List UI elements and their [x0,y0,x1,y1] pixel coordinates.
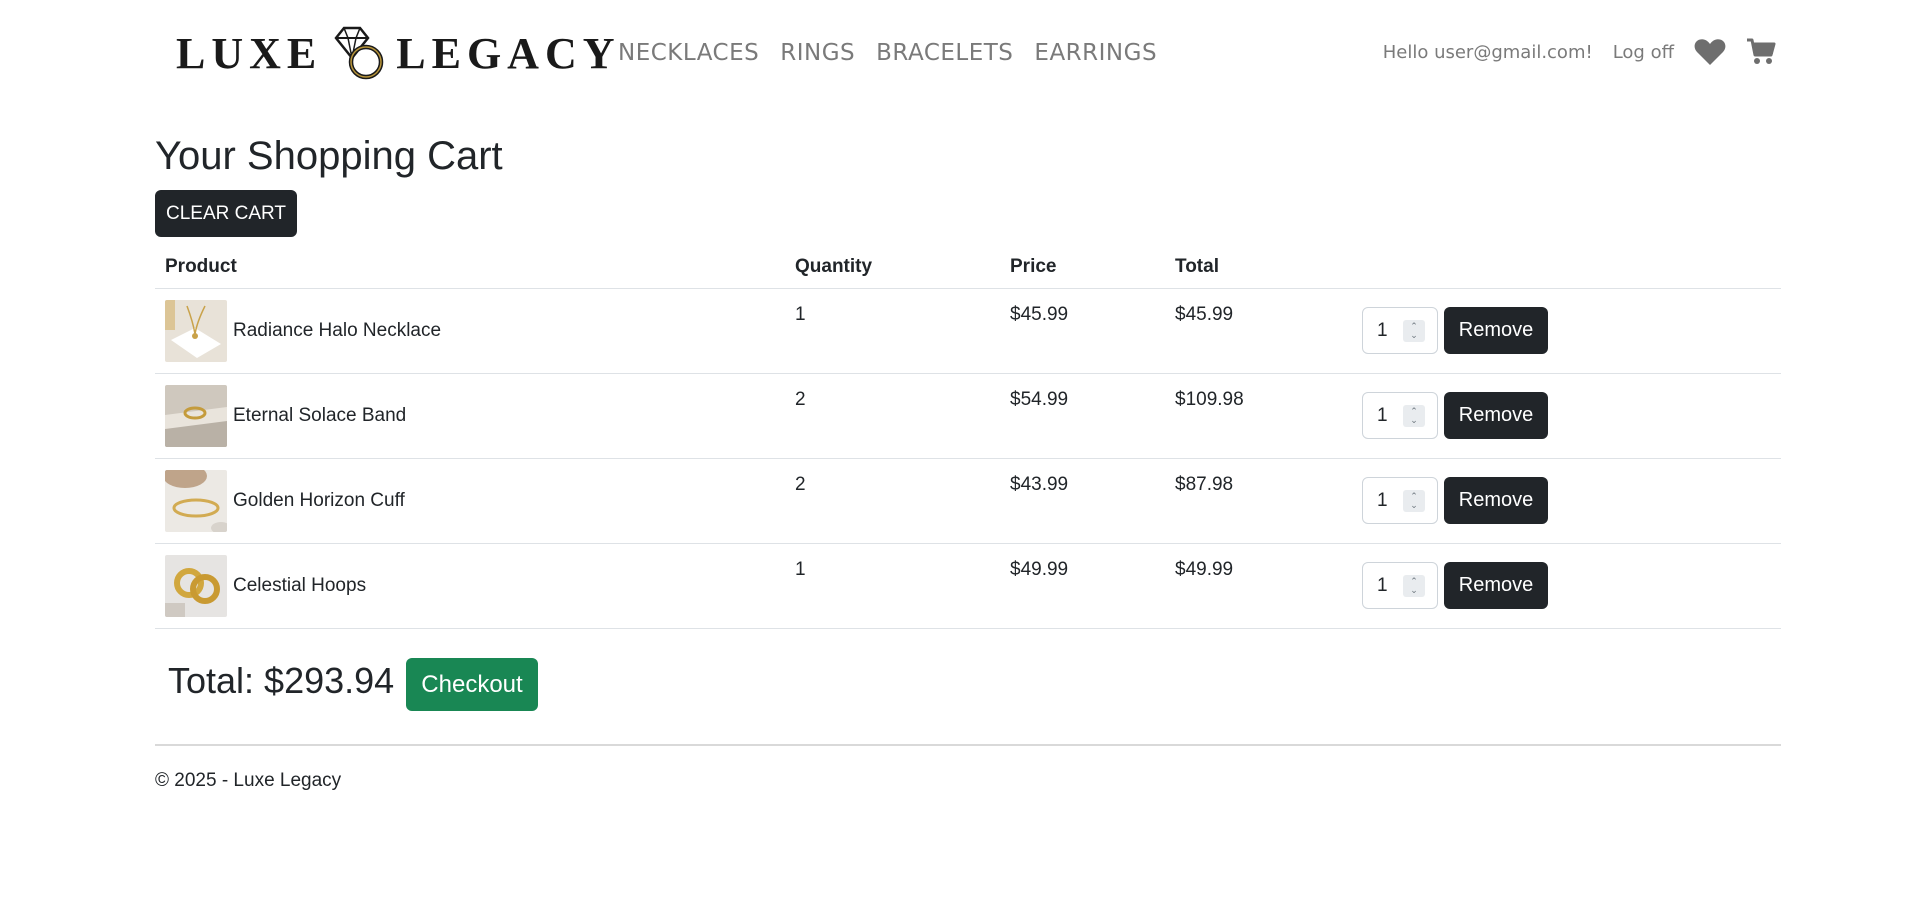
nav-necklaces[interactable]: NECKLACES [618,40,759,66]
quantity-spinner-icon[interactable]: ⌃ ⌄ [1403,405,1425,427]
quantity-input-value: 1 [1377,574,1388,596]
product-thumbnail-cuff[interactable] [165,469,227,532]
brand-word-legacy: LEGACY [396,28,621,78]
row-quantity: 1 [795,303,806,325]
product-thumbnail-hoops[interactable] [165,554,227,617]
brand-word-luxe: LUXE [176,28,323,78]
quantity-input[interactable]: 1 ⌃ ⌄ [1362,307,1438,354]
remove-button[interactable]: Remove [1444,307,1548,354]
table-row: Radiance Halo Necklace 1 $45.99 $45.99 1… [155,288,1781,374]
product-name[interactable]: Eternal Solace Band [233,405,406,427]
table-row: Golden Horizon Cuff 2 $43.99 $87.98 1 ⌃ ⌄… [155,458,1781,544]
quantity-spinner-icon[interactable]: ⌃ ⌄ [1403,575,1425,597]
table-row: Celestial Hoops 1 $49.99 $49.99 1 ⌃ ⌄ Rem… [155,543,1781,629]
header-actions [1352,246,1781,289]
cart-total: Total: $293.94 [168,660,395,701]
product-name[interactable]: Celestial Hoops [233,575,366,597]
checkout-button[interactable]: Checkout [406,658,538,711]
quantity-input[interactable]: 1 ⌃ ⌄ [1362,477,1438,524]
quantity-spinner-icon[interactable]: ⌃ ⌄ [1403,320,1425,342]
header-product: Product [155,246,785,289]
ring-logo-icon [334,26,384,80]
nav-bracelets[interactable]: BRACELETS [876,40,1013,66]
page-title: Your Shopping Cart [155,134,503,178]
product-name[interactable]: Golden Horizon Cuff [233,490,405,512]
cart-icon[interactable] [1746,38,1776,66]
main-nav: NECKLACES RINGS BRACELETS EARRINGS [618,40,1157,66]
row-total: $109.98 [1175,388,1244,410]
product-thumbnail-band[interactable] [165,384,227,447]
user-greeting[interactable]: Hello user@gmail.com! [1383,42,1593,63]
row-quantity: 2 [795,388,806,410]
row-price: $45.99 [1010,303,1069,325]
footer-copyright: © 2025 - Luxe Legacy [155,770,342,791]
remove-button[interactable]: Remove [1444,477,1548,524]
header-total: Total [1165,246,1352,289]
quantity-input[interactable]: 1 ⌃ ⌄ [1362,392,1438,439]
nav-rings[interactable]: RINGS [780,40,855,66]
quantity-input-value: 1 [1377,489,1388,511]
row-quantity: 1 [795,558,806,580]
clear-cart-button[interactable]: CLEAR CART [155,190,297,237]
table-header-row: Product Quantity Price Total [155,246,1781,289]
footer-divider [155,744,1781,746]
table-row: Eternal Solace Band 2 $54.99 $109.98 1 ⌃… [155,373,1781,459]
quantity-spinner-icon[interactable]: ⌃ ⌄ [1403,490,1425,512]
product-name[interactable]: Radiance Halo Necklace [233,320,441,342]
remove-button[interactable]: Remove [1444,392,1548,439]
quantity-input[interactable]: 1 ⌃ ⌄ [1362,562,1438,609]
row-total: $49.99 [1175,558,1234,580]
row-total: $45.99 [1175,303,1234,325]
nav-earrings[interactable]: EARRINGS [1034,40,1157,66]
quantity-input-value: 1 [1377,319,1388,341]
row-price: $43.99 [1010,473,1069,495]
quantity-input-value: 1 [1377,404,1388,426]
row-price: $49.99 [1010,558,1069,580]
user-area: Hello user@gmail.com! Log off [1383,38,1776,66]
row-price: $54.99 [1010,388,1069,410]
heart-icon[interactable] [1694,38,1726,66]
product-thumbnail-necklace[interactable] [165,299,227,362]
brand-logo[interactable]: LUXE LEGACY [176,24,621,82]
remove-button[interactable]: Remove [1444,562,1548,609]
site-header: LUXE LEGACY NECKLACES RINGS BRACELETS EA… [0,0,1920,112]
header-quantity: Quantity [785,246,1000,289]
row-quantity: 2 [795,473,806,495]
header-price: Price [1000,246,1165,289]
logoff-link[interactable]: Log off [1613,42,1674,63]
cart-table: Product Quantity Price Total Radiance Ha… [155,246,1781,629]
row-total: $87.98 [1175,473,1234,495]
